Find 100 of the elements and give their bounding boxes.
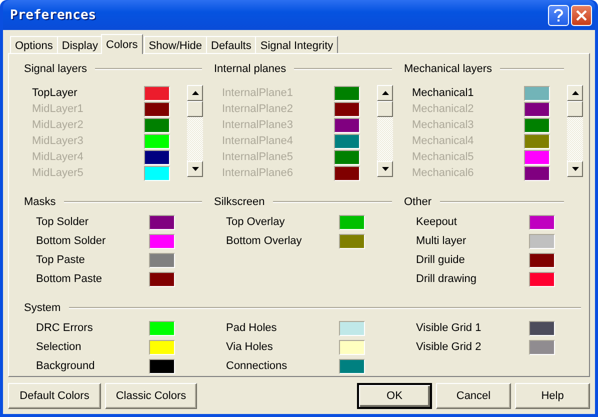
close-button[interactable] — [571, 4, 592, 26]
up-arrow-icon — [572, 91, 578, 95]
layer-name: TopLayer — [32, 87, 78, 99]
layer-name: InternalPlane2 — [222, 103, 294, 115]
scroll-up-button[interactable] — [377, 85, 393, 101]
color-swatch[interactable] — [144, 134, 170, 148]
color-swatch[interactable] — [334, 150, 360, 164]
scroll-down-button[interactable] — [567, 161, 583, 177]
color-swatch[interactable] — [149, 340, 175, 354]
color-swatch[interactable] — [339, 320, 365, 336]
color-swatch[interactable] — [339, 340, 365, 354]
layer-name: Mechanical6 — [412, 167, 475, 179]
scroll-thumb[interactable] — [187, 101, 203, 117]
down-arrow-icon — [572, 167, 578, 171]
scroll-down-button[interactable] — [377, 161, 393, 177]
color-swatch[interactable] — [144, 102, 170, 116]
color-swatch[interactable] — [334, 118, 360, 132]
color-swatch[interactable] — [149, 320, 175, 336]
color-swatch[interactable] — [334, 134, 360, 148]
color-swatch[interactable] — [334, 102, 360, 116]
color-swatch[interactable] — [339, 214, 365, 230]
help-button[interactable] — [548, 4, 569, 26]
layer-name: Mechanical1 — [412, 87, 475, 99]
color-label: Bottom Solder — [36, 235, 107, 247]
layer-name: Mechanical5 — [412, 151, 475, 163]
up-arrow-icon — [382, 91, 388, 95]
color-swatch[interactable] — [529, 272, 555, 286]
color-label: Top Solder — [36, 216, 90, 228]
color-swatch[interactable] — [144, 86, 170, 100]
section-title: Other — [404, 196, 432, 208]
color-swatch[interactable] — [149, 358, 175, 374]
scroll-thumb[interactable] — [567, 101, 583, 117]
color-swatch[interactable] — [149, 252, 175, 268]
color-swatch[interactable] — [144, 118, 170, 132]
tab[interactable]: Colors — [101, 34, 143, 54]
tab[interactable]: Display — [56, 36, 103, 53]
layer-name: InternalPlane5 — [222, 151, 294, 163]
color-swatch[interactable] — [149, 234, 175, 248]
color-swatch[interactable] — [524, 150, 550, 164]
scroll-thumb[interactable] — [377, 101, 393, 117]
dialog-button[interactable]: Classic Colors — [105, 383, 197, 409]
color-swatch[interactable] — [529, 320, 555, 336]
color-swatch[interactable] — [524, 102, 550, 116]
section-title: Silkscreen — [214, 196, 265, 208]
color-label: Connections — [226, 360, 288, 372]
color-swatch[interactable] — [524, 134, 550, 148]
color-swatch[interactable] — [529, 252, 555, 268]
dialog-button[interactable]: Help — [515, 383, 590, 409]
scrollbar[interactable] — [187, 85, 203, 177]
color-swatch[interactable] — [529, 234, 555, 248]
color-label: Visible Grid 1 — [416, 322, 482, 334]
section-title: Mechanical layers — [404, 63, 492, 75]
section-title: Internal planes — [214, 63, 286, 75]
color-swatch[interactable] — [524, 166, 550, 180]
tab[interactable]: Options — [10, 36, 58, 53]
layer-name: InternalPlane4 — [222, 135, 294, 147]
section-title: Masks — [24, 196, 56, 208]
layer-name: MidLayer3 — [32, 135, 84, 147]
tab[interactable]: Signal Integrity — [255, 36, 338, 53]
color-swatch[interactable] — [144, 150, 170, 164]
close-icon — [576, 10, 587, 20]
scrollbar[interactable] — [377, 85, 393, 177]
dialog-button[interactable]: Cancel — [436, 383, 511, 409]
color-swatch[interactable] — [529, 340, 555, 354]
color-swatch[interactable] — [149, 214, 175, 230]
color-label: Bottom Paste — [36, 273, 104, 285]
color-label: Selection — [36, 341, 82, 353]
color-label: Drill guide — [416, 254, 466, 266]
color-swatch[interactable] — [339, 234, 365, 248]
scroll-up-button[interactable] — [567, 85, 583, 101]
color-swatch[interactable] — [524, 118, 550, 132]
color-label: Via Holes — [226, 341, 274, 353]
section-title: Signal layers — [24, 63, 87, 75]
section-title: System — [24, 302, 61, 314]
color-swatch[interactable] — [524, 86, 550, 100]
window-title: Preferences — [10, 8, 98, 22]
color-swatch[interactable] — [334, 166, 360, 180]
scrollbar[interactable] — [567, 85, 583, 177]
color-swatch[interactable] — [144, 166, 170, 180]
color-label: Drill drawing — [416, 273, 478, 285]
color-swatch[interactable] — [339, 358, 365, 374]
layer-name: InternalPlane3 — [222, 119, 294, 131]
color-label: Pad Holes — [226, 322, 278, 334]
tab[interactable]: Defaults — [206, 36, 256, 53]
layer-name: Mechanical2 — [412, 103, 475, 115]
down-arrow-icon — [192, 167, 198, 171]
dialog-button[interactable]: Default Colors — [8, 383, 101, 409]
tab[interactable]: Show/Hide — [144, 36, 207, 53]
scroll-up-button[interactable] — [187, 85, 203, 101]
layer-name: MidLayer2 — [32, 119, 84, 131]
layer-name: InternalPlane1 — [222, 87, 294, 99]
color-swatch[interactable] — [334, 86, 360, 100]
color-label: Background — [36, 360, 96, 372]
scroll-down-button[interactable] — [187, 161, 203, 177]
up-arrow-icon — [192, 91, 198, 95]
dialog-button[interactable]: OK — [357, 383, 432, 409]
color-swatch[interactable] — [149, 272, 175, 286]
color-swatch[interactable] — [529, 214, 555, 230]
color-label: Top Overlay — [226, 216, 286, 228]
color-label: DRC Errors — [36, 322, 94, 334]
